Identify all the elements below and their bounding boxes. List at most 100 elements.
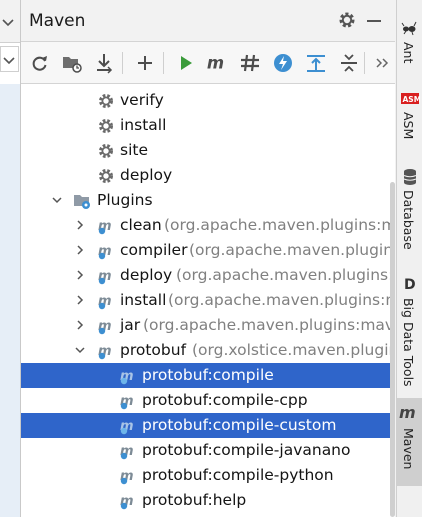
- download-sources-icon[interactable]: [93, 52, 115, 74]
- add-maven-project-icon[interactable]: [61, 52, 83, 74]
- skip-tests-icon[interactable]: [272, 52, 294, 74]
- tree-row-lifecycle-verify[interactable]: verify: [21, 88, 395, 113]
- tree-row-label: site: [120, 141, 148, 159]
- tree-row-plugin-compiler[interactable]: m compiler (org.apache.maven.plugins:mav: [21, 238, 395, 263]
- tree-row-plugin-clean[interactable]: m clean (org.apache.maven.plugins:maven: [21, 213, 395, 238]
- tree-row-detail: (org.apache.maven.plugins:maven-: [143, 316, 395, 334]
- maven-goal-icon: m: [120, 494, 134, 510]
- add-icon[interactable]: [134, 52, 156, 74]
- chevron-right-icon[interactable]: [75, 294, 85, 306]
- chevron-down-icon[interactable]: [75, 344, 85, 356]
- chevron-down-icon[interactable]: [52, 194, 62, 206]
- tree-row-label: install: [120, 291, 167, 309]
- toolbar-separator: [364, 52, 365, 74]
- toolbar-separator: [122, 52, 123, 74]
- tree-row-label: protobuf:compile-cpp: [142, 391, 308, 409]
- tree-row-label: install: [120, 116, 167, 134]
- chevron-down-icon: [3, 57, 15, 65]
- toggle-offline-icon[interactable]: [239, 52, 261, 74]
- tool-tab-label: Maven: [401, 428, 416, 470]
- tool-window-header: Maven: [21, 0, 395, 42]
- big-data-tools-icon: D: [404, 277, 416, 292]
- gear-icon[interactable]: [337, 10, 357, 30]
- tree-row-plugin-jar[interactable]: m jar (org.apache.maven.plugins:maven-: [21, 313, 395, 338]
- maven-goal-icon: m: [120, 394, 134, 410]
- tree-row-detail: (org.apache.maven.plugins:mav: [168, 291, 395, 309]
- tree-row-label: protobuf: [120, 341, 187, 359]
- run-icon[interactable]: [175, 52, 197, 74]
- tree-row-label: protobuf:help: [142, 491, 247, 509]
- editor-dropdown[interactable]: [0, 46, 19, 72]
- tree-row-plugin-protobuf[interactable]: m protobuf (org.xolstice.maven.plugins:p: [21, 338, 395, 363]
- tree-row-lifecycle-deploy[interactable]: deploy: [21, 163, 395, 188]
- reload-icon[interactable]: [29, 52, 51, 74]
- tool-tab-maven[interactable]: m Maven: [397, 398, 422, 486]
- svg-text:m: m: [207, 54, 224, 73]
- gear-icon: [99, 119, 113, 133]
- chevron-right-icon[interactable]: [75, 319, 85, 331]
- tool-window-title: Maven: [29, 11, 86, 31]
- right-tool-strip: Ant ASM ASM Database D Big Data Tools m …: [396, 0, 422, 517]
- tree-row-label: protobuf:compile: [142, 366, 274, 384]
- tree-row-goal-compile[interactable]: m protobuf:compile: [21, 363, 395, 388]
- tool-tab-label: Big Data Tools: [401, 298, 416, 387]
- svg-text:ASM: ASM: [403, 95, 421, 104]
- chevron-right-icon[interactable]: [75, 244, 85, 256]
- tree-row-goal-compile-cpp[interactable]: m protobuf:compile-cpp: [21, 388, 395, 413]
- tool-tab-ant[interactable]: Ant: [397, 16, 422, 74]
- tree-row-detail: (org.apache.maven.plugins:mav: [189, 241, 395, 259]
- editor-edge: [0, 0, 21, 517]
- maven-goal-icon: m: [120, 419, 134, 435]
- gear-icon: [99, 94, 113, 108]
- show-dependencies-icon[interactable]: [305, 52, 327, 74]
- tree-row-plugin-deploy[interactable]: m deploy (org.apache.maven.plugins:ma: [21, 263, 395, 288]
- tree-row-lifecycle-site[interactable]: site: [21, 138, 395, 163]
- maven-goal-icon: m: [120, 444, 134, 460]
- execute-goal-icon[interactable]: m: [206, 52, 228, 74]
- svg-text:m: m: [399, 404, 416, 422]
- tree-row-label: protobuf:compile-custom: [142, 416, 337, 434]
- asm-icon: ASM: [401, 93, 421, 104]
- tool-tab-asm[interactable]: ASM ASM: [397, 86, 422, 152]
- plugins-folder-icon: [74, 195, 90, 209]
- tool-tab-label: Ant: [401, 42, 416, 64]
- chevron-down-icon: [2, 19, 14, 27]
- tree-row-plugins[interactable]: Plugins: [21, 188, 395, 213]
- maven-toolbar: m: [21, 42, 395, 84]
- more-actions-icon[interactable]: [371, 52, 393, 74]
- tree-scrollbar[interactable]: [390, 182, 395, 517]
- tree-row-goal-help[interactable]: m protobuf:help: [21, 488, 395, 513]
- tree-row-label: deploy: [120, 166, 173, 184]
- tree-row-detail: (org.xolstice.maven.plugins:p: [192, 341, 395, 359]
- toolbar-separator: [163, 52, 164, 74]
- hide-icon[interactable]: [367, 20, 381, 22]
- tree-row-lifecycle-install[interactable]: install: [21, 113, 395, 138]
- tree-row-label: protobuf:compile-javanano: [142, 441, 351, 459]
- tree-row-label: protobuf:compile-python: [142, 466, 334, 484]
- tree-row-goal-compile-javanano[interactable]: m protobuf:compile-javanano: [21, 438, 395, 463]
- collapse-all-icon[interactable]: [338, 52, 360, 74]
- editor-tab-corner: [0, 0, 20, 43]
- maven-plugin-icon: m: [98, 319, 112, 335]
- maven-goal-icon: m: [120, 369, 134, 385]
- tool-tab-big-data-tools[interactable]: D Big Data Tools: [397, 272, 422, 390]
- tree-row-label: verify: [120, 91, 164, 109]
- gear-icon: [99, 144, 113, 158]
- tree-row-plugin-install[interactable]: m install (org.apache.maven.plugins:mav: [21, 288, 395, 313]
- maven-goal-icon: m: [120, 469, 134, 485]
- chevron-right-icon[interactable]: [75, 269, 85, 281]
- ant-icon: [401, 21, 417, 36]
- tool-tab-database[interactable]: Database: [397, 164, 422, 258]
- tree-row-label: clean: [120, 216, 162, 234]
- maven-tool-window: Maven m verify install site deploy Plugi…: [21, 0, 395, 517]
- tool-tab-label: Database: [401, 190, 416, 250]
- tree-row-label: jar: [120, 316, 141, 334]
- chevron-right-icon[interactable]: [75, 219, 85, 231]
- gear-icon: [99, 169, 113, 183]
- maven-plugin-icon: m: [98, 244, 112, 260]
- database-icon: [403, 169, 417, 185]
- tree-row-goal-compile-custom[interactable]: m protobuf:compile-custom: [21, 413, 395, 438]
- tree-row-label: compiler: [120, 241, 188, 259]
- tree-row-goal-compile-python[interactable]: m protobuf:compile-python: [21, 463, 395, 488]
- editor-content: [0, 84, 20, 517]
